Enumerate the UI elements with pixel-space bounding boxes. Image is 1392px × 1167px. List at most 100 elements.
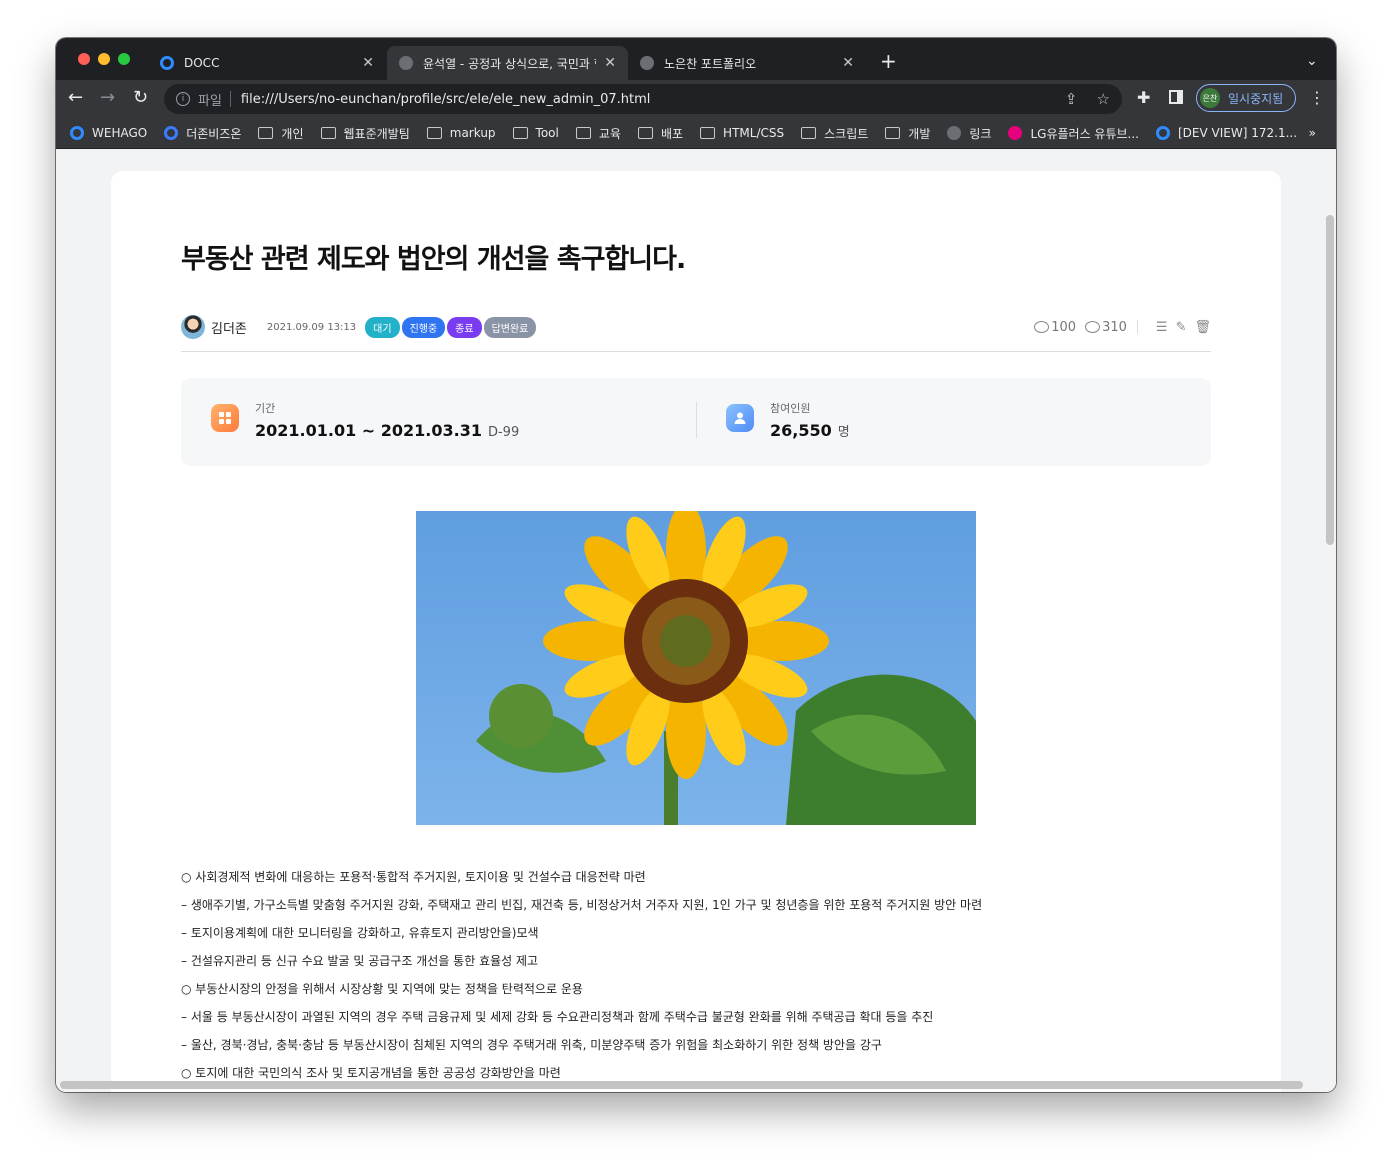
author-name: 김더존 bbox=[211, 321, 247, 337]
folder-icon bbox=[258, 127, 274, 139]
address-separator bbox=[229, 91, 231, 107]
bookmark-label: 더존비즈온 bbox=[186, 126, 242, 141]
bookmark-folder[interactable]: 교육 bbox=[575, 125, 621, 142]
list-icon[interactable]: ☰ bbox=[1156, 320, 1168, 335]
url-text[interactable]: file:///Users/no-eunchan/profile/src/ele… bbox=[241, 92, 650, 107]
bookmark-folder[interactable]: 웹표준개발팀 bbox=[320, 125, 410, 142]
body-line: – 생애주기별, 가구소득별 맞춤형 주거지원 강화, 주택재고 관리 빈집, … bbox=[181, 898, 983, 912]
side-panel-icon[interactable] bbox=[1169, 90, 1183, 104]
bookmark-folder[interactable]: 개발 bbox=[885, 125, 930, 142]
bookmark-label: 스크립트 bbox=[824, 126, 869, 141]
folder-icon bbox=[700, 127, 716, 139]
bookmark-label: 링크 bbox=[969, 126, 992, 141]
browser-window: DOCC ✕ 윤석열 - 공정과 상식으로, 국민과 함 ✕ 노은찬 포트폴리오… bbox=[56, 38, 1336, 1092]
tab-portfolio[interactable]: 노은찬 포트폴리오 ✕ bbox=[628, 46, 866, 80]
site-info-icon[interactable]: i bbox=[176, 92, 190, 106]
bookmark-star-icon[interactable]: ☆ bbox=[1097, 90, 1110, 108]
bookmark-folder[interactable]: HTML/CSS bbox=[700, 126, 784, 140]
folder-icon bbox=[637, 127, 653, 139]
bookmark-item[interactable]: [DEV VIEW] 172.1... bbox=[1156, 126, 1297, 140]
bookmark-label: 개발 bbox=[908, 126, 931, 141]
body-line: ○ 부동산시장의 안정을 위해서 시장상황 및 지역에 맞는 정책을 탄력적으로… bbox=[181, 982, 583, 996]
douzone-icon bbox=[164, 126, 179, 140]
eye-icon bbox=[1085, 321, 1101, 333]
sunflower-image bbox=[416, 511, 976, 825]
page-viewport[interactable]: 부동산 관련 제도와 법안의 개선을 촉구합니다. 김더존 2021.09.09… bbox=[56, 149, 1336, 1092]
reload-icon[interactable]: ↻ bbox=[133, 88, 148, 108]
bookmark-folder[interactable]: Tool bbox=[512, 126, 559, 140]
bookmark-folder[interactable]: 배포 bbox=[637, 125, 683, 142]
view-count: 310 bbox=[1085, 320, 1127, 335]
share-icon[interactable]: ⇪ bbox=[1065, 90, 1078, 108]
url-scheme-label: 파일 bbox=[198, 93, 222, 109]
tab-title: DOCC bbox=[184, 56, 220, 70]
tab-title: 윤석열 - 공정과 상식으로, 국민과 함 bbox=[423, 56, 597, 71]
bookmark-label: 개인 bbox=[281, 126, 304, 141]
tab-title: 노은찬 포트폴리오 bbox=[664, 56, 757, 71]
tab-docc[interactable]: DOCC ✕ bbox=[148, 46, 386, 80]
period-label: 기간 bbox=[255, 402, 276, 415]
view-count-value: 310 bbox=[1102, 319, 1127, 335]
body-line: – 토지이용계획에 대한 모니터링을 강화하고, 유휴토지 관리방안을)모색 bbox=[181, 926, 539, 940]
delete-trash-icon[interactable]: 🗑 bbox=[1194, 320, 1211, 335]
globe-favicon-icon bbox=[399, 56, 413, 70]
folder-icon bbox=[575, 127, 591, 139]
devview-icon bbox=[1156, 126, 1170, 140]
folder-icon bbox=[801, 127, 817, 139]
vertical-scrollbar[interactable] bbox=[1326, 215, 1334, 545]
forward-arrow-icon[interactable]: → bbox=[100, 88, 115, 108]
folder-icon bbox=[885, 127, 901, 139]
close-tab-icon[interactable]: ✕ bbox=[604, 55, 616, 71]
tab-active-article[interactable]: 윤석열 - 공정과 상식으로, 국민과 함 ✕ bbox=[387, 46, 628, 80]
bookmark-item[interactable]: 더존비즈온 bbox=[164, 125, 241, 142]
body-line: – 건설유지관리 등 신규 수요 발굴 및 공급구조 개선을 통한 효율성 제고 bbox=[181, 954, 539, 968]
bookmark-label: 웹표준개발팀 bbox=[343, 126, 410, 141]
browser-toolbar: ← → ↻ i 파일 file:///Users/no-eunchan/prof… bbox=[56, 80, 1336, 118]
bookmark-folder[interactable]: 스크립트 bbox=[801, 125, 868, 142]
comment-count: 100 bbox=[1034, 320, 1076, 335]
bookmark-item[interactable]: WEHAGO bbox=[70, 126, 147, 140]
bookmark-label: 교육 bbox=[598, 126, 621, 141]
post-meta: 김더존 2021.09.09 13:13 대기 진행중 종료 답변완료 100 … bbox=[181, 311, 1211, 343]
actions-divider bbox=[1136, 320, 1138, 334]
close-tab-icon[interactable]: ✕ bbox=[842, 55, 854, 71]
post-date: 2021.09.09 13:13 bbox=[266, 321, 357, 333]
close-tab-icon[interactable]: ✕ bbox=[362, 55, 374, 71]
back-arrow-icon[interactable]: ← bbox=[68, 88, 83, 108]
period-value: 2021.01.01 ~ 2021.03.31 bbox=[255, 421, 482, 440]
menu-kebab-icon[interactable]: ⋮ bbox=[1309, 88, 1325, 108]
meta-divider bbox=[181, 351, 1211, 352]
address-bar[interactable]: i 파일 file:///Users/no-eunchan/profile/sr… bbox=[164, 84, 1122, 114]
minimize-window-button[interactable] bbox=[98, 53, 110, 65]
info-box: 기간 2021.01.01 ~ 2021.03.31 D-99 참여인원 26,5… bbox=[181, 378, 1211, 466]
folder-icon bbox=[320, 127, 336, 139]
edit-pencil-icon[interactable]: ✎ bbox=[1176, 320, 1187, 335]
globe-icon bbox=[947, 126, 962, 140]
body-line: – 서울 등 부동산시장이 과열된 지역의 경우 주택 금융규제 및 세제 강화… bbox=[181, 1010, 934, 1024]
post-stats: 100 310 ☰ ✎ 🗑 bbox=[1025, 320, 1211, 335]
post-card: 부동산 관련 제도와 법안의 개선을 촉구합니다. 김더존 2021.09.09… bbox=[111, 171, 1281, 1092]
bookmark-folder[interactable]: 개인 bbox=[258, 125, 304, 142]
bookmark-label: [DEV VIEW] 172.1... bbox=[1178, 126, 1298, 140]
avatar bbox=[181, 315, 205, 339]
bookmarks-overflow-chevron-icon[interactable]: » bbox=[1309, 126, 1316, 140]
folder-icon bbox=[426, 127, 442, 139]
bookmark-folder[interactable]: markup bbox=[426, 126, 496, 140]
bookmark-item[interactable]: 링크 bbox=[947, 125, 991, 142]
participants-unit: 명 bbox=[837, 425, 850, 440]
info-divider bbox=[696, 402, 697, 438]
extensions-puzzle-icon[interactable]: ✚ bbox=[1137, 88, 1150, 108]
period-info: 기간 2021.01.01 ~ 2021.03.31 D-99 bbox=[211, 400, 519, 440]
tab-search-chevron-icon[interactable]: ⌄ bbox=[1306, 51, 1318, 71]
close-window-button[interactable] bbox=[78, 53, 90, 65]
person-icon bbox=[726, 404, 754, 432]
new-tab-button[interactable]: + bbox=[880, 51, 897, 71]
page-title: 부동산 관련 제도와 법안의 개선을 촉구합니다. bbox=[181, 244, 686, 275]
status-badge-waiting: 대기 bbox=[365, 316, 400, 338]
zoom-window-button[interactable] bbox=[118, 53, 130, 65]
horizontal-scrollbar[interactable] bbox=[60, 1081, 1303, 1089]
profile-button[interactable]: 은찬 일시중지됨 bbox=[1196, 84, 1296, 112]
status-badge-inprogress: 진행중 bbox=[401, 316, 446, 338]
status-badge-closed: 종료 bbox=[447, 316, 482, 338]
bookmark-item[interactable]: LG유플러스 유튜브... bbox=[1008, 125, 1139, 142]
